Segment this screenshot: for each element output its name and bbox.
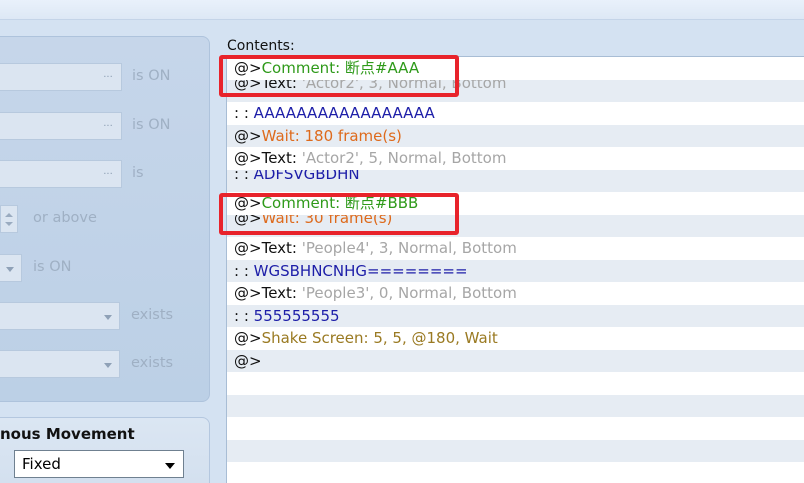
list-item[interactable]: @>Text: 'People4', 3, Normal, Bottom xyxy=(227,237,804,260)
spin-up-icon[interactable] xyxy=(5,213,13,217)
list-item[interactable]: : : 555555555 xyxy=(227,304,804,327)
list-item[interactable]: @>Text: 'Actor2', 5, Normal, Bottom xyxy=(227,147,804,170)
list-item[interactable]: @>Text: 'People3', 0, Normal, Bottom xyxy=(227,282,804,305)
browse-icon[interactable]: ... xyxy=(99,68,117,86)
switch-2-field[interactable]: ... xyxy=(0,112,122,140)
list-item[interactable]: : : AAAAAAAAAAAAAAAAA xyxy=(227,102,804,125)
list-empty-row xyxy=(227,394,804,417)
value-suffix: or above xyxy=(33,210,97,226)
item-select[interactable] xyxy=(0,302,120,330)
list-empty-row xyxy=(227,439,804,462)
top-bar xyxy=(0,0,804,20)
actor-suffix: exists xyxy=(131,355,174,371)
browse-icon[interactable]: ... xyxy=(99,165,117,183)
highlight-box-aaa xyxy=(219,55,459,97)
movement-type-select[interactable]: Fixed xyxy=(14,450,184,478)
switch-2-suffix: is ON xyxy=(132,117,171,133)
list-item[interactable]: @>Shake Screen: 5, 5, @180, Wait xyxy=(227,327,804,350)
switch-1-suffix: is ON xyxy=(132,68,171,84)
chevron-down-icon xyxy=(104,363,112,368)
highlight-box-bbb xyxy=(219,193,459,235)
browse-icon[interactable]: ... xyxy=(99,117,117,135)
list-empty-row xyxy=(227,372,804,395)
actor-select[interactable] xyxy=(0,350,120,378)
contents-label: Contents: xyxy=(227,38,295,54)
variable-suffix: is xyxy=(132,165,144,181)
chevron-down-icon xyxy=(6,267,14,272)
movement-title: nous Movement xyxy=(0,425,135,443)
self-switch-suffix: is ON xyxy=(33,259,72,275)
event-command-list[interactable]: @>Comment: 断点#AAA @>Text: 'Actor2', 3, N… xyxy=(226,56,804,483)
list-item[interactable]: @> xyxy=(227,349,804,372)
variable-field[interactable]: ... xyxy=(0,160,122,188)
list-item[interactable]: : : WGSBHNCNHG======== xyxy=(227,259,804,282)
list-item[interactable]: @>Wait: 180 frame(s) xyxy=(227,124,804,147)
chevron-down-icon xyxy=(165,463,175,469)
value-spinner[interactable] xyxy=(0,205,18,233)
item-suffix: exists xyxy=(131,307,174,323)
spin-down-icon[interactable] xyxy=(5,222,13,226)
list-empty-row xyxy=(227,462,804,483)
list-empty-row xyxy=(227,417,804,440)
list-item[interactable]: : : ADFSVGBDHN xyxy=(227,169,804,192)
switch-1-field[interactable]: ... xyxy=(0,63,122,91)
chevron-down-icon xyxy=(104,315,112,320)
self-switch-select[interactable] xyxy=(0,254,22,282)
movement-type-value: Fixed xyxy=(22,455,61,473)
